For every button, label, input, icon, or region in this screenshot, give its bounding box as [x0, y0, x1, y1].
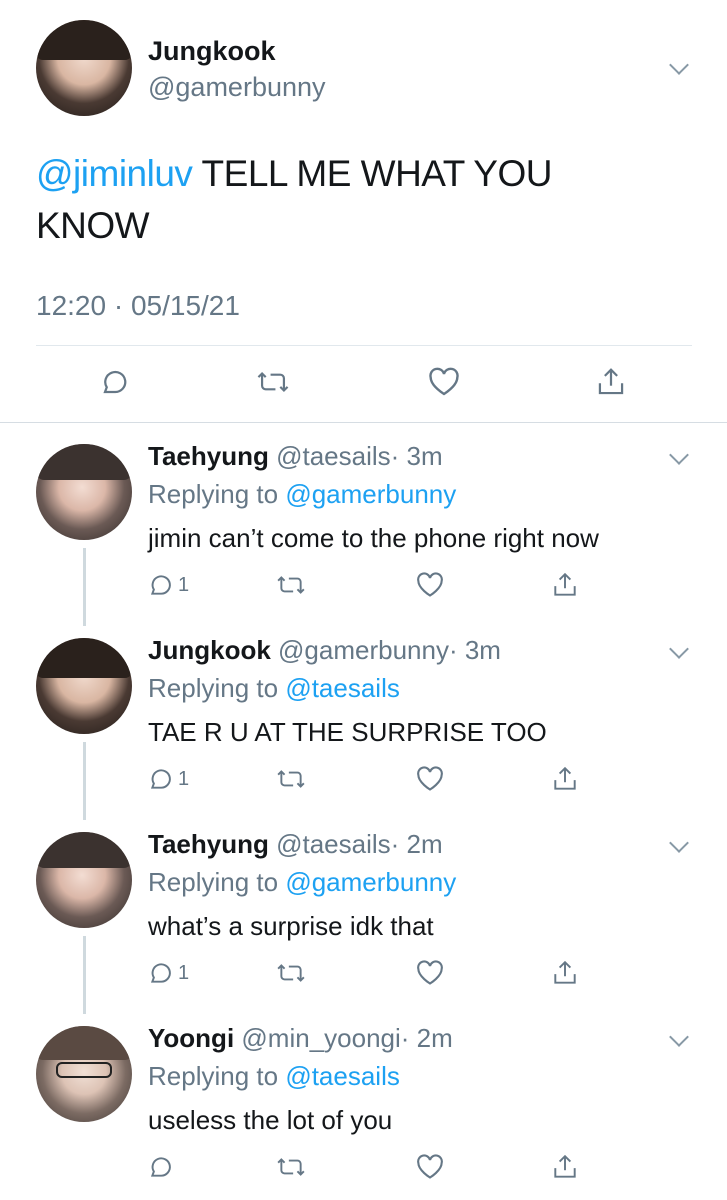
divider [36, 345, 692, 346]
like-icon [417, 766, 443, 791]
share-button[interactable] [552, 563, 578, 607]
reply-icon [150, 1157, 171, 1177]
reply-button[interactable]: 1 [148, 563, 189, 607]
like-icon [417, 960, 443, 985]
mention-link[interactable]: @taesails [285, 673, 400, 703]
reply-count: 1 [178, 767, 190, 790]
replying-to: Replying to @taesails [148, 673, 400, 704]
mention-link[interactable]: @jiminluv [36, 153, 193, 194]
chevron-down-icon[interactable] [669, 833, 689, 853]
share-icon [554, 766, 576, 790]
share-icon [554, 572, 576, 596]
like-button[interactable] [428, 360, 460, 404]
reply-header: Taehyung @taesails· 3m [148, 441, 443, 472]
author-name[interactable]: Taehyung [148, 829, 269, 859]
reply-actions [0, 1145, 727, 1189]
share-button[interactable] [552, 951, 578, 995]
chevron-down-icon[interactable] [669, 445, 689, 465]
author-handle[interactable]: @gamerbunny [278, 635, 449, 665]
reply-count: 1 [178, 961, 190, 984]
author-name[interactable]: Taehyung [148, 441, 269, 471]
retweet-button[interactable] [256, 360, 290, 404]
author-handle[interactable]: @min_yoongi [241, 1023, 400, 1053]
share-icon [554, 960, 576, 984]
reply-header: Yoongi @min_yoongi· 2m [148, 1023, 453, 1054]
author-handle[interactable]: @taesails [276, 829, 391, 859]
reply-button[interactable]: 1 [148, 951, 189, 995]
author-name[interactable]: Jungkook [148, 36, 276, 67]
like-button[interactable] [416, 563, 444, 607]
reply-icon [150, 575, 171, 595]
reply-button[interactable]: 1 [148, 757, 189, 801]
avatar[interactable] [36, 20, 132, 116]
reply-text: useless the lot of you [148, 1105, 393, 1135]
chevron-down-icon[interactable] [669, 1027, 689, 1047]
retweet-icon [277, 576, 305, 594]
reply-icon [150, 769, 171, 789]
author-handle[interactable]: @gamerbunny [148, 72, 326, 103]
reply-header: Taehyung @taesails· 2m [148, 829, 443, 860]
retweet-button[interactable] [276, 563, 306, 607]
mention-link[interactable]: @gamerbunny [285, 867, 456, 897]
reply-text: what’s a surprise idk that [148, 911, 434, 941]
divider [0, 422, 727, 423]
reply-time: · 2m [400, 1023, 453, 1053]
retweet-icon [277, 1158, 305, 1176]
like-button[interactable] [416, 757, 444, 801]
like-button[interactable] [416, 951, 444, 995]
reply-text: jimin can’t come to the phone right now [148, 523, 599, 553]
retweet-icon [277, 964, 305, 982]
reply-actions: 1 [0, 757, 727, 801]
mention-link[interactable]: @gamerbunny [285, 479, 456, 509]
retweet-button[interactable] [276, 1145, 306, 1189]
reply-count: 1 [178, 573, 190, 596]
replying-to-label: Replying to [148, 479, 279, 509]
like-button[interactable] [416, 1145, 444, 1189]
reply-icon [103, 370, 127, 394]
reply-time: · 3m [390, 441, 443, 471]
retweet-button[interactable] [276, 951, 306, 995]
reply-time: · 3m [448, 635, 501, 665]
tweet-actions [0, 360, 727, 404]
share-button[interactable] [552, 757, 578, 801]
author-name[interactable]: Yoongi [148, 1023, 234, 1053]
avatar[interactable] [36, 638, 132, 734]
reply-header: Jungkook @gamerbunny· 3m [148, 635, 501, 666]
reply-actions: 1 [0, 951, 727, 995]
replying-to-label: Replying to [148, 867, 279, 897]
chevron-down-icon[interactable] [669, 55, 689, 75]
like-icon [417, 1154, 443, 1179]
retweet-button[interactable] [276, 757, 306, 801]
replying-to-label: Replying to [148, 1061, 279, 1091]
like-icon [429, 367, 459, 396]
replying-to: Replying to @gamerbunny [148, 479, 456, 510]
share-button[interactable] [596, 360, 626, 404]
reply-text: TAE R U AT THE SURPRISE TOO [148, 717, 547, 747]
avatar[interactable] [36, 444, 132, 540]
share-button[interactable] [552, 1145, 578, 1189]
reply-icon [150, 963, 171, 983]
reply-time: · 2m [390, 829, 443, 859]
reply-button[interactable] [100, 360, 130, 404]
share-icon [598, 368, 624, 395]
author-name[interactable]: Jungkook [148, 635, 271, 665]
share-icon [554, 1154, 576, 1178]
replying-to: Replying to @taesails [148, 1061, 400, 1092]
like-icon [417, 572, 443, 597]
retweet-icon [277, 770, 305, 788]
tweet-timestamp[interactable]: 12:20 · 05/15/21 [36, 290, 240, 322]
replying-to: Replying to @gamerbunny [148, 867, 456, 898]
avatar[interactable] [36, 832, 132, 928]
author-handle[interactable]: @taesails [276, 441, 391, 471]
reply-button[interactable] [148, 1145, 178, 1189]
mention-link[interactable]: @taesails [285, 1061, 400, 1091]
reply-actions: 1 [0, 563, 727, 607]
tweet-text: @jiminluv TELL ME WHAT YOU KNOW [36, 148, 656, 252]
chevron-down-icon[interactable] [669, 639, 689, 659]
replying-to-label: Replying to [148, 673, 279, 703]
avatar[interactable] [36, 1026, 132, 1122]
retweet-icon [257, 371, 289, 393]
